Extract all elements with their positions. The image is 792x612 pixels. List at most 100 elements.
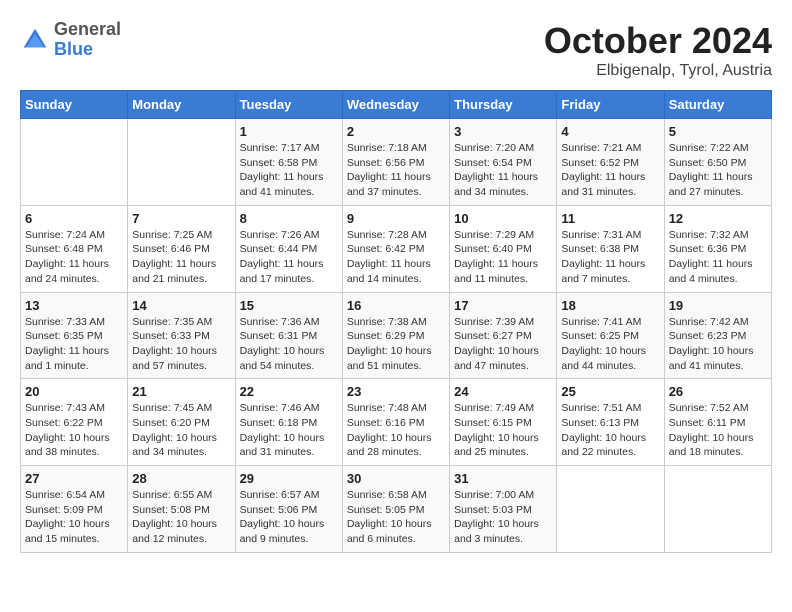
day-number: 8 xyxy=(240,211,338,226)
calendar-day-cell: 23 Sunrise: 7:48 AMSunset: 6:16 PMDayligh… xyxy=(342,379,449,466)
day-info: Sunrise: 7:42 AMSunset: 6:23 PMDaylight:… xyxy=(669,315,767,374)
calendar-day-cell: 27 Sunrise: 6:54 AMSunset: 5:09 PMDayligh… xyxy=(21,466,128,553)
calendar-day-cell: 7 Sunrise: 7:25 AMSunset: 6:46 PMDaylight… xyxy=(128,205,235,292)
day-number: 16 xyxy=(347,298,445,313)
calendar-day-cell: 18 Sunrise: 7:41 AMSunset: 6:25 PMDayligh… xyxy=(557,292,664,379)
day-number: 19 xyxy=(669,298,767,313)
logo-icon xyxy=(20,25,50,55)
day-info: Sunrise: 7:26 AMSunset: 6:44 PMDaylight:… xyxy=(240,228,338,287)
calendar-day-cell: 3Sunrise: 7:20 AMSunset: 6:54 PMDaylight… xyxy=(450,119,557,206)
calendar-day-cell: 1Sunrise: 7:17 AMSunset: 6:58 PMDaylight… xyxy=(235,119,342,206)
weekday-header: Sunday xyxy=(21,91,128,119)
day-number: 4 xyxy=(561,124,659,139)
calendar-day-cell: 20 Sunrise: 7:43 AMSunset: 6:22 PMDayligh… xyxy=(21,379,128,466)
day-info: Sunrise: 6:58 AMSunset: 5:05 PMDaylight:… xyxy=(347,488,445,547)
calendar-day-cell: 10 Sunrise: 7:29 AMSunset: 6:40 PMDayligh… xyxy=(450,205,557,292)
calendar-day-cell: 22 Sunrise: 7:46 AMSunset: 6:18 PMDayligh… xyxy=(235,379,342,466)
day-info: Sunrise: 7:28 AMSunset: 6:42 PMDaylight:… xyxy=(347,228,445,287)
day-info: Sunrise: 7:43 AMSunset: 6:22 PMDaylight:… xyxy=(25,401,123,460)
page-title: October 2024 xyxy=(544,20,772,62)
day-number: 25 xyxy=(561,384,659,399)
day-number: 5 xyxy=(669,124,767,139)
day-number: 13 xyxy=(25,298,123,313)
weekday-header: Wednesday xyxy=(342,91,449,119)
day-number: 20 xyxy=(25,384,123,399)
calendar-day-cell: 4 Sunrise: 7:21 AMSunset: 6:52 PMDaylight… xyxy=(557,119,664,206)
day-number: 14 xyxy=(132,298,230,313)
day-number: 22 xyxy=(240,384,338,399)
day-number: 30 xyxy=(347,471,445,486)
day-info: Sunrise: 6:57 AMSunset: 5:06 PMDaylight:… xyxy=(240,488,338,547)
day-info: Sunrise: 7:52 AMSunset: 6:11 PMDaylight:… xyxy=(669,401,767,460)
day-info: Sunrise: 7:51 AMSunset: 6:13 PMDaylight:… xyxy=(561,401,659,460)
calendar-day-cell: 31 Sunrise: 7:00 AMSunset: 5:03 PMDayligh… xyxy=(450,466,557,553)
day-info: Sunrise: 7:29 AMSunset: 6:40 PMDaylight:… xyxy=(454,228,552,287)
day-number: 23 xyxy=(347,384,445,399)
calendar-header-row: SundayMondayTuesdayWednesdayThursdayFrid… xyxy=(21,91,772,119)
day-info: Sunrise: 7:45 AMSunset: 6:20 PMDaylight:… xyxy=(132,401,230,460)
calendar-day-cell: 16 Sunrise: 7:38 AMSunset: 6:29 PMDayligh… xyxy=(342,292,449,379)
page-header: General Blue October 2024 Elbigenalp, Ty… xyxy=(20,20,772,80)
day-number: 6 xyxy=(25,211,123,226)
day-number: 10 xyxy=(454,211,552,226)
day-info: Sunrise: 7:39 AMSunset: 6:27 PMDaylight:… xyxy=(454,315,552,374)
day-number: 24 xyxy=(454,384,552,399)
day-info: Sunrise: 7:35 AMSunset: 6:33 PMDaylight:… xyxy=(132,315,230,374)
calendar-day-cell: 14 Sunrise: 7:35 AMSunset: 6:33 PMDayligh… xyxy=(128,292,235,379)
weekday-header: Tuesday xyxy=(235,91,342,119)
day-number: 31 xyxy=(454,471,552,486)
calendar-day-cell: 25 Sunrise: 7:51 AMSunset: 6:13 PMDayligh… xyxy=(557,379,664,466)
day-number: 15 xyxy=(240,298,338,313)
calendar-day-cell: 28 Sunrise: 6:55 AMSunset: 5:08 PMDayligh… xyxy=(128,466,235,553)
day-info: Sunrise: 7:21 AMSunset: 6:52 PMDaylight:… xyxy=(561,141,659,200)
calendar-day-cell: 11Sunrise: 7:31 AMSunset: 6:38 PMDayligh… xyxy=(557,205,664,292)
calendar-day-cell: 17 Sunrise: 7:39 AMSunset: 6:27 PMDayligh… xyxy=(450,292,557,379)
weekday-header: Thursday xyxy=(450,91,557,119)
day-info: Sunrise: 7:31 AMSunset: 6:38 PMDaylight:… xyxy=(561,228,659,287)
day-info: Sunrise: 7:38 AMSunset: 6:29 PMDaylight:… xyxy=(347,315,445,374)
weekday-header: Saturday xyxy=(664,91,771,119)
day-number: 27 xyxy=(25,471,123,486)
day-number: 2 xyxy=(347,124,445,139)
calendar-week-row: 1Sunrise: 7:17 AMSunset: 6:58 PMDaylight… xyxy=(21,119,772,206)
day-number: 7 xyxy=(132,211,230,226)
day-number: 3 xyxy=(454,124,552,139)
title-block: October 2024 Elbigenalp, Tyrol, Austria xyxy=(544,20,772,80)
day-number: 17 xyxy=(454,298,552,313)
calendar-day-cell: 15Sunrise: 7:36 AMSunset: 6:31 PMDayligh… xyxy=(235,292,342,379)
day-number: 21 xyxy=(132,384,230,399)
day-info: Sunrise: 7:00 AMSunset: 5:03 PMDaylight:… xyxy=(454,488,552,547)
calendar-day-cell xyxy=(664,466,771,553)
calendar-day-cell: 2Sunrise: 7:18 AMSunset: 6:56 PMDaylight… xyxy=(342,119,449,206)
day-number: 26 xyxy=(669,384,767,399)
calendar-day-cell: 9 Sunrise: 7:28 AMSunset: 6:42 PMDaylight… xyxy=(342,205,449,292)
day-info: Sunrise: 7:22 AMSunset: 6:50 PMDaylight:… xyxy=(669,141,767,200)
day-info: Sunrise: 7:41 AMSunset: 6:25 PMDaylight:… xyxy=(561,315,659,374)
day-number: 29 xyxy=(240,471,338,486)
calendar-week-row: 20 Sunrise: 7:43 AMSunset: 6:22 PMDayligh… xyxy=(21,379,772,466)
day-number: 9 xyxy=(347,211,445,226)
day-info: Sunrise: 7:48 AMSunset: 6:16 PMDaylight:… xyxy=(347,401,445,460)
day-info: Sunrise: 7:17 AMSunset: 6:58 PMDaylight:… xyxy=(240,141,338,200)
calendar-day-cell: 13Sunrise: 7:33 AMSunset: 6:35 PMDayligh… xyxy=(21,292,128,379)
day-info: Sunrise: 6:54 AMSunset: 5:09 PMDaylight:… xyxy=(25,488,123,547)
day-number: 28 xyxy=(132,471,230,486)
day-info: Sunrise: 7:25 AMSunset: 6:46 PMDaylight:… xyxy=(132,228,230,287)
day-info: Sunrise: 6:55 AMSunset: 5:08 PMDaylight:… xyxy=(132,488,230,547)
logo-general-text: General xyxy=(54,19,121,39)
day-info: Sunrise: 7:46 AMSunset: 6:18 PMDaylight:… xyxy=(240,401,338,460)
calendar-day-cell: 12 Sunrise: 7:32 AMSunset: 6:36 PMDayligh… xyxy=(664,205,771,292)
calendar-week-row: 27 Sunrise: 6:54 AMSunset: 5:09 PMDayligh… xyxy=(21,466,772,553)
day-info: Sunrise: 7:49 AMSunset: 6:15 PMDaylight:… xyxy=(454,401,552,460)
weekday-header: Friday xyxy=(557,91,664,119)
calendar-day-cell: 21 Sunrise: 7:45 AMSunset: 6:20 PMDayligh… xyxy=(128,379,235,466)
day-number: 18 xyxy=(561,298,659,313)
calendar-day-cell: 8 Sunrise: 7:26 AMSunset: 6:44 PMDaylight… xyxy=(235,205,342,292)
calendar-day-cell xyxy=(21,119,128,206)
day-info: Sunrise: 7:24 AMSunset: 6:48 PMDaylight:… xyxy=(25,228,123,287)
calendar-day-cell xyxy=(557,466,664,553)
calendar-day-cell: 19 Sunrise: 7:42 AMSunset: 6:23 PMDayligh… xyxy=(664,292,771,379)
day-info: Sunrise: 7:32 AMSunset: 6:36 PMDaylight:… xyxy=(669,228,767,287)
day-number: 12 xyxy=(669,211,767,226)
calendar-day-cell: 26 Sunrise: 7:52 AMSunset: 6:11 PMDayligh… xyxy=(664,379,771,466)
